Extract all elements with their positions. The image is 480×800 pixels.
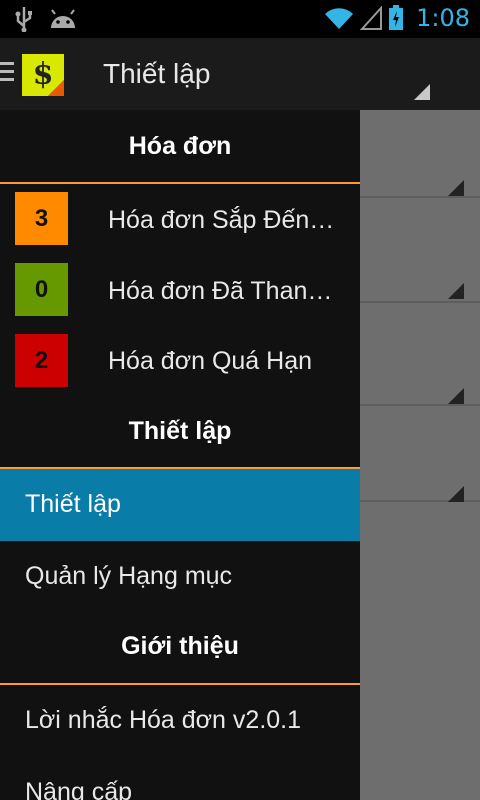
- action-bar: $ Thiết lập: [0, 38, 480, 110]
- content-row-divider: [360, 301, 480, 303]
- paid-bills-badge[interactable]: 0: [15, 263, 68, 316]
- wifi-icon: [325, 8, 354, 29]
- signal-icon: [360, 6, 383, 30]
- spinner-indicator-icon[interactable]: [448, 388, 464, 404]
- drawer-toggle-icon[interactable]: [0, 62, 14, 86]
- menu-item-upgrade[interactable]: Nâng cấp: [0, 757, 360, 800]
- spinner-indicator-icon[interactable]: [448, 283, 464, 299]
- paid-bills-item[interactable]: Hóa đơn Đã Thanh Toán: [108, 277, 340, 306]
- section-header-about: Giới thiệu: [121, 632, 239, 660]
- app-logo-icon[interactable]: $: [22, 54, 64, 96]
- navigation-drawer: Hóa đơn 3 Hóa đơn Sắp Đến Hạn 0 Hóa đơn …: [0, 110, 360, 800]
- menu-item-settings[interactable]: Thiết lập: [0, 469, 360, 541]
- status-bar: 1:08: [0, 0, 480, 38]
- menu-item-manage-categories[interactable]: Quản lý Hạng mục: [0, 541, 360, 613]
- menu-item-label: Quản lý Hạng mục: [25, 562, 233, 590]
- usb-icon: [15, 7, 32, 32]
- spinner-indicator-icon[interactable]: [448, 486, 464, 502]
- spinner-indicator-icon[interactable]: [448, 180, 464, 196]
- spinner-indicator-icon[interactable]: [414, 84, 430, 100]
- section-header-settings: Thiết lập: [128, 417, 232, 445]
- upcoming-bills-item[interactable]: Hóa đơn Sắp Đến Hạn: [108, 206, 340, 235]
- section-divider: [0, 182, 360, 184]
- main-content: [360, 110, 480, 800]
- upcoming-bills-badge[interactable]: 3: [15, 192, 68, 245]
- overdue-bills-item[interactable]: Hóa đơn Quá Hạn: [108, 347, 340, 376]
- content-row-divider: [360, 404, 480, 406]
- overdue-bills-badge[interactable]: 2: [15, 334, 68, 387]
- clock: 1:08: [416, 4, 470, 32]
- menu-item-label: Nâng cấp: [25, 778, 133, 800]
- content-row-divider: [360, 196, 480, 198]
- android-icon: [51, 9, 75, 28]
- section-header-bills: Hóa đơn: [128, 132, 232, 160]
- menu-item-label: Thiết lập: [25, 490, 121, 518]
- battery-charging-icon: [389, 5, 404, 30]
- menu-item-version[interactable]: Lời nhắc Hóa đơn v2.0.1: [0, 685, 360, 757]
- action-bar-title[interactable]: Thiết lập: [103, 58, 210, 90]
- menu-item-label: Lời nhắc Hóa đơn v2.0.1: [25, 706, 302, 734]
